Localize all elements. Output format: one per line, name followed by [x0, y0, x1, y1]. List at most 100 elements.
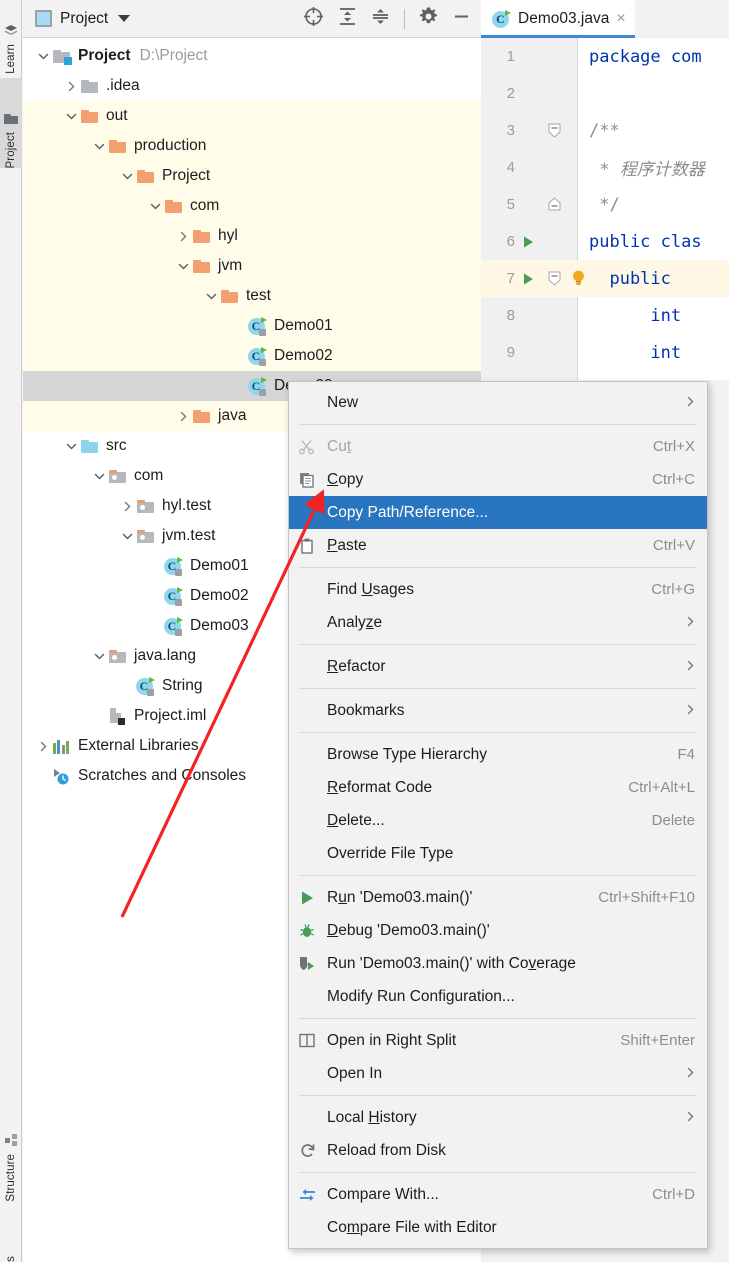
menu-item-label: Reformat Code: [327, 778, 433, 796]
rail-tab-partial[interactable]: s: [0, 1238, 22, 1262]
tree-row-label: com: [134, 467, 164, 484]
menu-item-new[interactable]: New: [289, 386, 707, 419]
rail-tab-learn-label: Learn: [5, 44, 17, 74]
orange-folder-icon: [192, 409, 210, 423]
tree-twisty[interactable]: [63, 78, 79, 94]
gear-icon[interactable]: [419, 7, 438, 31]
code-line[interactable]: 4 * 程序计数器: [481, 149, 729, 186]
collapse-all-icon[interactable]: [371, 7, 390, 31]
menu-item-bookmarks[interactable]: Bookmarks: [289, 694, 707, 727]
tree-row-label: Demo01: [190, 557, 249, 574]
chevron-down-icon[interactable]: [118, 15, 131, 22]
tree-twisty[interactable]: [175, 258, 191, 274]
tree-twisty[interactable]: [91, 138, 107, 154]
tree-row-out[interactable]: out: [23, 101, 481, 131]
minimize-icon[interactable]: [452, 7, 471, 31]
tree-row-project[interactable]: Project: [23, 161, 481, 191]
menu-item-analyze[interactable]: Analyze: [289, 606, 707, 639]
menu-item-shortcut: Ctrl+X: [652, 438, 695, 455]
tree-row-production[interactable]: production: [23, 131, 481, 161]
java-class-icon: C: [247, 346, 267, 366]
menu-item-copy[interactable]: Copy Ctrl+C: [289, 463, 707, 496]
tree-twisty[interactable]: [119, 168, 135, 184]
menu-item-find-usages[interactable]: Find Usages Ctrl+G: [289, 573, 707, 606]
run-gutter-icon[interactable]: [515, 235, 541, 249]
menu-item-override-file-type[interactable]: Override File Type: [289, 837, 707, 870]
rail-tab-structure[interactable]: Structure: [0, 1112, 22, 1202]
menu-item-label: Analyze: [327, 613, 383, 631]
tree-twisty[interactable]: [63, 438, 79, 454]
tree-row-demo01[interactable]: C Demo01: [23, 311, 481, 341]
split-icon: [299, 1033, 327, 1048]
tree-twisty[interactable]: [147, 198, 163, 214]
code-line[interactable]: 8 int: [481, 297, 729, 334]
compare-icon: [299, 1188, 327, 1202]
menu-item-debug-demo03-main[interactable]: Debug 'Demo03.main()': [289, 914, 707, 947]
code-line[interactable]: 2: [481, 75, 729, 112]
code-line[interactable]: 6 public clas: [481, 223, 729, 260]
code-line[interactable]: 5 */: [481, 186, 729, 223]
tree-twisty[interactable]: [91, 648, 107, 664]
tree-twisty[interactable]: [91, 468, 107, 484]
tree-twisty: [231, 348, 247, 364]
tree-twisty[interactable]: [203, 288, 219, 304]
tree-twisty[interactable]: [175, 228, 191, 244]
menu-item-browse-type-hierarchy[interactable]: Browse Type Hierarchy F4: [289, 738, 707, 771]
expand-all-icon[interactable]: [338, 7, 357, 31]
fold-gutter-icon[interactable]: [541, 197, 567, 212]
run-gutter-icon[interactable]: [515, 272, 541, 286]
menu-item-reload-from-disk[interactable]: Reload from Disk: [289, 1134, 707, 1167]
menu-item-compare-with[interactable]: Compare With... Ctrl+D: [289, 1178, 707, 1211]
code-view[interactable]: 1 package com 2 3/** 4 * 程序计数器 5 */6 public cl…: [481, 38, 729, 380]
tree-twisty[interactable]: [119, 528, 135, 544]
tree-twisty[interactable]: [119, 498, 135, 514]
tree-twisty[interactable]: [35, 48, 51, 64]
menu-item-delete[interactable]: Delete... Delete: [289, 804, 707, 837]
tree-twisty[interactable]: [175, 408, 191, 424]
tree-row-label: Scratches and Consoles: [78, 767, 247, 784]
code-line[interactable]: 9 int: [481, 334, 729, 371]
menu-item-paste[interactable]: Paste Ctrl+V: [289, 529, 707, 562]
close-icon[interactable]: ×: [616, 11, 625, 27]
tree-twisty[interactable]: [63, 108, 79, 124]
code-line[interactable]: 1 package com: [481, 38, 729, 75]
code-text: int: [589, 306, 681, 326]
submenu-chevron-icon: [686, 1065, 695, 1083]
context-menu[interactable]: New Cut Ctrl+X Copy Ctrl+C Copy Path/Referenc…: [288, 381, 708, 1249]
code-line[interactable]: 7 public: [481, 260, 729, 297]
tree-row-jvm[interactable]: jvm: [23, 251, 481, 281]
menu-item-refactor[interactable]: Refactor: [289, 650, 707, 683]
tree-row-com[interactable]: com: [23, 191, 481, 221]
tree-twisty[interactable]: [35, 738, 51, 754]
menu-item-reformat-code[interactable]: Reformat Code Ctrl+Alt+L: [289, 771, 707, 804]
intention-bulb-icon[interactable]: [567, 270, 589, 287]
fold-gutter-icon[interactable]: [541, 271, 567, 286]
tree-row-test[interactable]: test: [23, 281, 481, 311]
rail-tab-project[interactable]: Project: [0, 78, 22, 168]
tree-row-project[interactable]: Project D:\Project: [23, 41, 481, 71]
tree-row-hyl[interactable]: hyl: [23, 221, 481, 251]
menu-item-compare-file-with-editor[interactable]: Compare File with Editor: [289, 1211, 707, 1244]
editor-tab-demo03[interactable]: C Demo03.java ×: [481, 0, 635, 38]
menu-item-shortcut: Ctrl+Alt+L: [628, 779, 695, 796]
menu-item-local-history[interactable]: Local History: [289, 1101, 707, 1134]
code-line[interactable]: 3 /**: [481, 112, 729, 149]
menu-item-run-demo03-main[interactable]: Run 'Demo03.main()' Ctrl+Shift+F10: [289, 881, 707, 914]
java-class-icon: C: [163, 556, 183, 576]
line-number: 3: [506, 122, 515, 139]
project-panel-title: Project: [60, 9, 109, 27]
menu-item-run-demo03-main-with-coverage[interactable]: Run 'Demo03.main()' with Coverage: [289, 947, 707, 980]
menu-item-open-in[interactable]: Open In: [289, 1057, 707, 1090]
locate-target-icon[interactable]: [303, 6, 324, 32]
rail-tab-learn[interactable]: Learn: [0, 2, 22, 74]
line-number: 2: [506, 85, 515, 102]
fold-gutter-icon[interactable]: [541, 123, 567, 138]
tree-row-demo02[interactable]: C Demo02: [23, 341, 481, 371]
project-panel-toolbar: [303, 6, 475, 32]
menu-item-copy-path-reference[interactable]: Copy Path/Reference...: [289, 496, 707, 529]
tree-row--idea[interactable]: .idea: [23, 71, 481, 101]
menu-item-open-in-right-split[interactable]: Open in Right Split Shift+Enter: [289, 1024, 707, 1057]
menu-item-modify-run-configuration[interactable]: Modify Run Configuration...: [289, 980, 707, 1013]
menu-separator: [299, 732, 697, 733]
left-tool-rail: Learn Project Structure s: [0, 0, 22, 1262]
